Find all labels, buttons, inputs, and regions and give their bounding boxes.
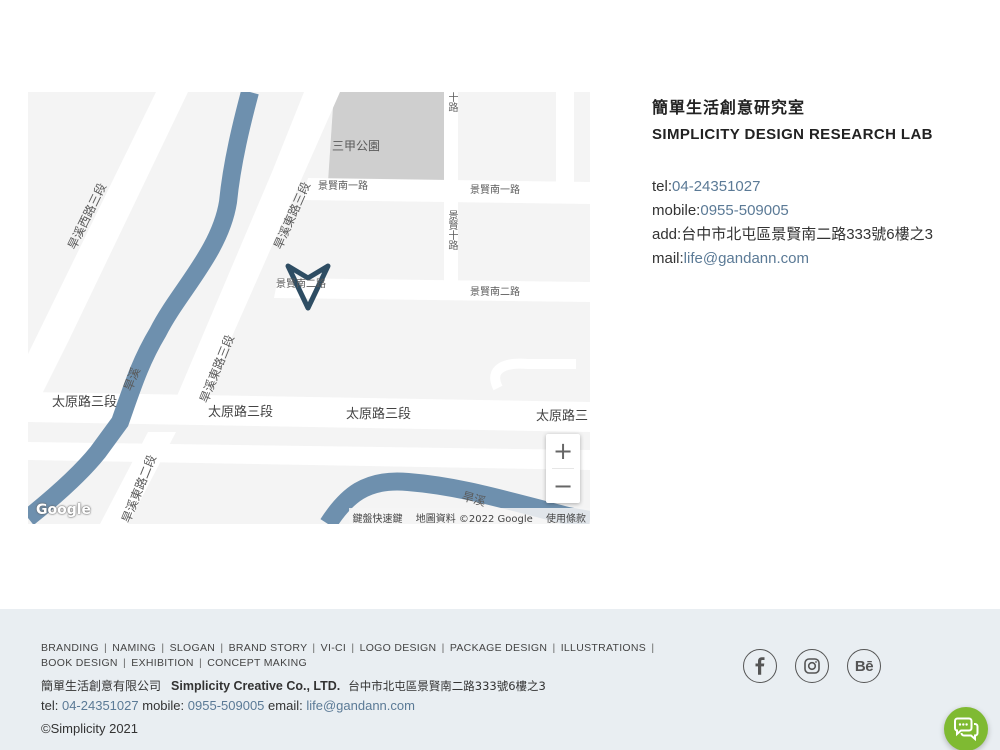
- contact-mail: mail:life@gandann.com: [652, 247, 992, 271]
- google-map[interactable]: 三甲公園 景賢南一路 景賢南一路 景賢南二路 景賢南二路 景賢十路 十路 旱溪西…: [28, 92, 590, 524]
- contact-mobile: mobile:0955-509005: [652, 199, 992, 223]
- tel-link[interactable]: 04-24351027: [672, 178, 760, 195]
- footer: BRANDING | NAMING | SLOGAN | BRAND STORY…: [0, 609, 1000, 750]
- footer-contacts: tel: 04-24351027 mobile: 0955-509005 ema…: [41, 698, 415, 713]
- tel-label: tel:: [652, 178, 673, 195]
- map-attribution: 鍵盤快速鍵 地圖資料 ©2022 Google 使用條款: [348, 508, 590, 524]
- footer-nav-separator: |: [312, 642, 316, 654]
- mobile-link[interactable]: 0955-509005: [700, 202, 788, 219]
- studio-name-zh: 簡單生活創意研究室: [652, 98, 806, 117]
- map-label-road: 太原路三: [536, 409, 589, 424]
- facebook-button[interactable]: [743, 649, 777, 683]
- footer-email-label: email:: [268, 698, 303, 713]
- mail-label: mail:: [652, 250, 684, 267]
- contact-tel: tel:04-24351027: [652, 175, 992, 199]
- address-label: add:: [652, 226, 682, 243]
- contact-lines: tel:04-24351027 mobile:0955-509005 add:台…: [652, 175, 992, 271]
- map-label-road: 十路: [446, 92, 457, 112]
- map-label-road: 景賢南二路: [470, 287, 520, 298]
- footer-nav-separator: |: [123, 657, 127, 669]
- footer-nav-link[interactable]: BOOK DESIGN: [41, 657, 118, 669]
- map-label-park: 三甲公園: [332, 139, 381, 153]
- map-label-road: 太原路三段: [52, 395, 118, 410]
- chat-bubbles-icon: [954, 717, 979, 741]
- footer-nav-link[interactable]: SLOGAN: [170, 642, 216, 654]
- footer-nav-separator: |: [104, 642, 108, 654]
- address-text: 台中市北屯區景賢南二路333號6樓之3: [681, 226, 933, 243]
- company-name-zh: 簡單生活創意有限公司: [41, 679, 162, 693]
- google-logo[interactable]: Google: [36, 502, 91, 518]
- keyboard-shortcuts-link[interactable]: 鍵盤快速鍵: [353, 514, 403, 524]
- footer-nav-separator: |: [552, 642, 556, 654]
- contact-address: add:台中市北屯區景賢南二路333號6樓之3: [652, 223, 992, 247]
- map-data-text: 地圖資料 ©2022 Google: [415, 514, 533, 524]
- chat-button[interactable]: [944, 707, 988, 750]
- behance-button[interactable]: Bē: [847, 649, 881, 683]
- map-label-road: 景賢南一路: [318, 181, 368, 192]
- footer-email-link[interactable]: life@gandann.com: [306, 698, 415, 713]
- footer-nav-link[interactable]: LOGO DESIGN: [360, 642, 437, 654]
- footer-nav-link[interactable]: NAMING: [112, 642, 156, 654]
- footer-tel-label: tel:: [41, 698, 59, 713]
- footer-nav-separator: |: [351, 642, 355, 654]
- facebook-icon: [755, 657, 765, 675]
- map-label-road: 太原路三段: [346, 407, 412, 422]
- footer-nav-link[interactable]: ILLUSTRATIONS: [561, 642, 646, 654]
- map-base: [28, 92, 590, 524]
- map-label-road: 景賢南二路: [276, 279, 326, 290]
- footer-nav-link[interactable]: EXHIBITION: [131, 657, 194, 669]
- footer-nav-link[interactable]: CONCEPT MAKING: [207, 657, 307, 669]
- footer-nav-separator: |: [220, 642, 224, 654]
- map-label-road: 景賢十路: [446, 210, 457, 250]
- studio-name-en: SIMPLICITY DESIGN RESEARCH LAB: [652, 126, 933, 143]
- footer-nav: BRANDING | NAMING | SLOGAN | BRAND STORY…: [41, 641, 691, 671]
- mobile-label: mobile:: [652, 202, 701, 219]
- footer-nav-link[interactable]: BRANDING: [41, 642, 99, 654]
- footer-nav-separator: |: [651, 642, 655, 654]
- footer-nav-link[interactable]: VI-CI: [321, 642, 346, 654]
- footer-nav-link[interactable]: BRAND STORY: [229, 642, 308, 654]
- footer-nav-separator: |: [161, 642, 165, 654]
- footer-nav-link[interactable]: PACKAGE DESIGN: [450, 642, 547, 654]
- page: 三甲公園 景賢南一路 景賢南一路 景賢南二路 景賢南二路 景賢十路 十路 旱溪西…: [0, 0, 1000, 750]
- contact-info: 簡單生活創意研究室 SIMPLICITY DESIGN RESEARCH LAB…: [652, 94, 992, 271]
- company-line: 簡單生活創意有限公司 Simplicity Creative Co., LTD. 台…: [41, 677, 546, 694]
- footer-mobile-label: mobile:: [142, 698, 185, 713]
- terms-link[interactable]: 使用條款: [546, 514, 586, 524]
- map-label-road: 景賢南一路: [470, 185, 520, 196]
- behance-icon: Bē: [854, 657, 874, 675]
- zoom-in-button[interactable]: +: [546, 434, 580, 468]
- company-address: 台中市北屯區景賢南二路333號6樓之3: [348, 679, 546, 693]
- company-name-en: Simplicity Creative Co., LTD.: [171, 679, 341, 693]
- footer-nav-separator: |: [441, 642, 445, 654]
- footer-nav-separator: |: [199, 657, 203, 669]
- copyright: ©Simplicity 2021: [41, 721, 139, 736]
- zoom-out-button[interactable]: −: [546, 469, 580, 503]
- footer-tel-link[interactable]: 04-24351027: [62, 698, 139, 713]
- map-label-road: 太原路三段: [208, 405, 274, 420]
- zoom-controls: + −: [546, 434, 580, 503]
- instagram-icon: [804, 658, 820, 674]
- footer-mobile-link[interactable]: 0955-509005: [188, 698, 265, 713]
- mail-link[interactable]: life@gandann.com: [684, 250, 809, 267]
- instagram-button[interactable]: [795, 649, 829, 683]
